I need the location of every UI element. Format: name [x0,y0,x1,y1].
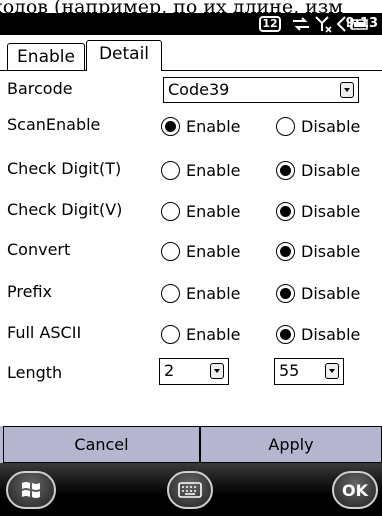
disable-radio[interactable]: Disable [276,322,360,346]
barcode-label: Barcode [7,79,73,98]
disable-radio[interactable]: Disable [276,158,360,182]
enable-label: Enable [186,160,241,180]
notification-badge[interactable]: 12 [259,16,281,32]
status-bar: 12 9:13 [0,13,382,35]
option-row-check-digit-v: Check Digit(V) Enable Disable [0,192,382,232]
disable-label: Disable [301,201,361,221]
action-bar: Cancel Apply [0,426,382,463]
start-icon[interactable] [6,471,56,509]
option-row-convert: Convert Enable Disable [0,232,382,272]
option-label: Full ASCII [7,323,82,342]
option-row-full-ascii: Full ASCII Enable Disable [0,315,382,355]
length-min-select[interactable]: 2 [159,358,229,385]
ok-button[interactable]: OK [332,471,378,509]
radio-unselected-icon [161,283,180,303]
enable-radio[interactable]: Enable [161,322,241,346]
disable-label: Disable [301,160,361,180]
option-label: Check Digit(T) [7,159,122,178]
tab-bar: Enable Detail [0,35,382,71]
barcode-row: Barcode Code39 [0,71,382,111]
radio-unselected-icon [161,241,180,261]
barcode-select[interactable]: Code39 [163,77,359,103]
enable-label: Enable [186,241,241,261]
disable-label: Disable [301,116,361,136]
barcode-value: Code39 [168,80,230,99]
radio-unselected-icon [161,160,180,180]
disable-radio[interactable]: Disable [276,199,360,223]
clock: 9:13 [345,16,378,31]
disable-radio[interactable]: Disable [276,239,360,263]
disable-label: Disable [301,283,361,303]
enable-radio[interactable]: Enable [161,114,241,138]
length-label: Length [7,363,63,382]
disable-radio[interactable]: Disable [276,281,360,305]
length-row: Length 2 55 [0,353,382,393]
radio-selected-icon [276,241,295,261]
radio-selected-icon [276,201,295,221]
radio-selected-icon [276,324,295,344]
tab-detail[interactable]: Detail [86,40,162,71]
keyboard-icon[interactable] [167,471,213,509]
enable-radio[interactable]: Enable [161,199,241,223]
softkey-bar: OK [0,463,382,516]
tab-enable[interactable]: Enable [7,43,85,70]
enable-label: Enable [186,283,241,303]
radio-unselected-icon [276,116,295,136]
option-row-prefix: Prefix Enable Disable [0,274,382,314]
disable-label: Disable [301,241,361,261]
radio-selected-icon [161,116,180,136]
enable-label: Enable [186,201,241,221]
enable-label: Enable [186,324,241,344]
length-max-value: 55 [279,361,300,380]
disable-radio[interactable]: Disable [276,114,360,138]
option-label: Prefix [7,282,52,301]
chevron-down-icon[interactable] [325,363,339,379]
apply-button[interactable]: Apply [200,426,382,463]
option-label: ScanEnable [7,115,101,134]
disable-label: Disable [301,324,361,344]
radio-unselected-icon [161,324,180,344]
chevron-down-icon[interactable] [210,363,224,379]
option-row-check-digit-t: Check Digit(T) Enable Disable [0,151,382,191]
enable-radio[interactable]: Enable [161,158,241,182]
radio-unselected-icon [161,201,180,221]
radio-selected-icon [276,283,295,303]
option-row-scanenable: ScanEnable Enable Disable [0,107,382,147]
enable-radio[interactable]: Enable [161,281,241,305]
sync-icon [291,13,311,35]
cancel-button[interactable]: Cancel [3,426,200,463]
length-max-select[interactable]: 55 [274,358,344,385]
option-label: Check Digit(V) [7,200,123,219]
radio-selected-icon [276,160,295,180]
option-label: Convert [7,240,71,259]
length-min-value: 2 [164,361,175,380]
no-signal-icon [314,13,334,35]
chevron-down-icon[interactable] [340,82,354,98]
enable-radio[interactable]: Enable [161,239,241,263]
enable-label: Enable [186,116,241,136]
